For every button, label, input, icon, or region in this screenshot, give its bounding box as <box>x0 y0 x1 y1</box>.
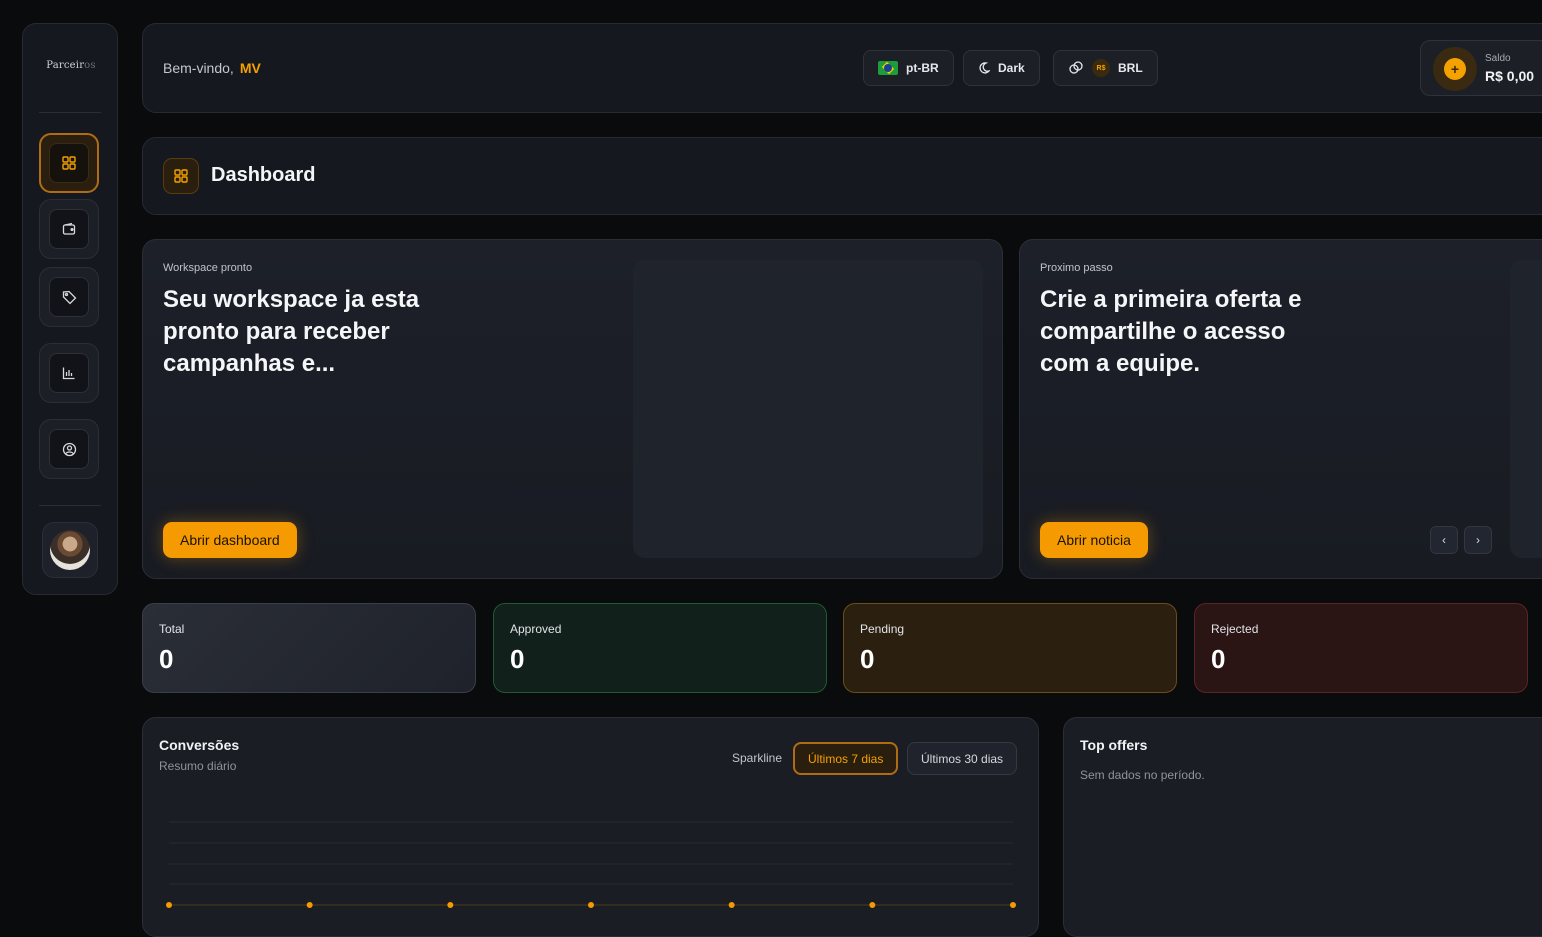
chart-point[interactable] <box>869 902 876 908</box>
theme-toggle[interactable]: Dark <box>963 50 1040 86</box>
balance-label: Saldo <box>1485 53 1511 64</box>
currency-exchange-icon <box>1069 61 1083 74</box>
currency-label: BRL <box>1118 61 1143 75</box>
tag-icon <box>49 277 89 317</box>
avatar-button[interactable] <box>42 522 98 578</box>
top-offers-empty-state: Sem dados no período. <box>1080 768 1205 782</box>
hero-headline: Seu workspace ja esta pronto para recebe… <box>163 286 420 377</box>
wallet-icon <box>49 209 89 249</box>
hero-eyebrow: Proximo passo <box>1040 262 1113 274</box>
open-dashboard-button[interactable]: Abrir dashboard <box>163 522 297 558</box>
hero-eyebrow: Workspace pronto <box>163 262 253 274</box>
stat-label: Total <box>159 622 185 636</box>
logo-text-fade: os <box>84 60 96 71</box>
user-circle-icon <box>49 429 89 469</box>
stat-label: Pending <box>860 622 905 636</box>
avatar <box>50 530 90 570</box>
top-offers-panel: Top offers Sem dados no período. <box>1063 717 1542 937</box>
sidebar-divider <box>39 505 101 506</box>
chart-point[interactable] <box>588 902 594 908</box>
stat-label: Rejected <box>1211 622 1259 636</box>
currency-selector[interactable]: R$ BRL <box>1053 50 1158 86</box>
stat-value: 0 <box>1211 644 1226 674</box>
welcome-text: Bem-vindo, MV <box>163 60 261 76</box>
grid-icon <box>163 158 199 194</box>
grid-icon <box>49 143 89 183</box>
top-offers-title: Top offers <box>1080 737 1148 753</box>
currency-badge: R$ <box>1092 59 1110 77</box>
range-7-days-button[interactable]: Últimos 7 dias <box>793 742 899 775</box>
nav-reports[interactable] <box>39 343 99 403</box>
range-30-days-button[interactable]: Últimos 30 dias <box>907 742 1018 775</box>
chevron-right-icon[interactable]: › <box>1464 526 1492 554</box>
bar-chart-icon <box>49 353 89 393</box>
conversions-subtitle: Resumo diário <box>159 759 237 773</box>
chart-point[interactable] <box>166 902 172 908</box>
chart-point[interactable] <box>1010 902 1016 908</box>
stat-value: 0 <box>159 644 174 674</box>
stat-label: Approved <box>510 622 562 636</box>
stat-card-total: Total 0 <box>142 603 476 693</box>
nav-wallet[interactable] <box>39 199 99 259</box>
conversions-chart <box>166 821 1016 908</box>
nav-dashboard[interactable] <box>39 133 99 193</box>
sparkline-label: Sparkline <box>732 751 783 765</box>
stat-card-pending: Pending 0 <box>843 603 1177 693</box>
welcome-label: Bem-vindo, <box>163 60 234 76</box>
balance-value: R$ 0,00 <box>1485 68 1535 84</box>
user-name: MV <box>239 60 261 76</box>
stat-value: 0 <box>510 644 525 674</box>
logo[interactable]: Parceiros <box>23 60 119 71</box>
hero-image-placeholder <box>1510 260 1542 558</box>
hero-headline: Crie a primeira oferta e compartilhe o a… <box>1040 286 1302 377</box>
page-title: Dashboard <box>211 164 316 186</box>
hero-card-next-step: Proximo passo Crie a primeira oferta e c… <box>1019 239 1542 579</box>
language-selector[interactable]: pt-BR <box>863 50 954 86</box>
chart-point[interactable] <box>447 902 454 908</box>
stat-value: 0 <box>860 644 875 674</box>
nav-profile[interactable] <box>39 419 99 479</box>
page-title-bar: Dashboard <box>142 137 1542 215</box>
language-label: pt-BR <box>906 61 939 75</box>
sidebar-divider <box>39 112 101 113</box>
sidebar: Parceiros <box>22 23 118 595</box>
conversions-panel: Conversões Resumo diário Sparkline Últim… <box>142 717 1039 937</box>
balance-widget[interactable]: + Saldo R$ 0,00 <box>1420 40 1542 96</box>
chart-point[interactable] <box>728 902 735 908</box>
open-news-button[interactable]: Abrir noticia <box>1040 522 1148 558</box>
moon-icon <box>979 62 990 74</box>
hero-image-placeholder <box>633 260 983 558</box>
theme-label: Dark <box>998 61 1025 75</box>
brazil-flag-icon <box>878 61 898 75</box>
logo-text: Parceir <box>46 60 85 71</box>
stat-card-rejected: Rejected 0 <box>1194 603 1528 693</box>
conversions-title: Conversões <box>159 737 240 753</box>
stat-card-approved: Approved 0 <box>493 603 827 693</box>
money-bag-icon: + <box>1433 47 1477 91</box>
chevron-left-icon[interactable]: ‹ <box>1430 526 1458 554</box>
chart-point[interactable] <box>306 902 313 908</box>
nav-offers[interactable] <box>39 267 99 327</box>
hero-card-workspace: Workspace pronto Seu workspace ja esta p… <box>142 239 1003 579</box>
top-header: Bem-vindo, MV pt-BR Dark R$ BRL + Saldo R… <box>142 23 1542 113</box>
